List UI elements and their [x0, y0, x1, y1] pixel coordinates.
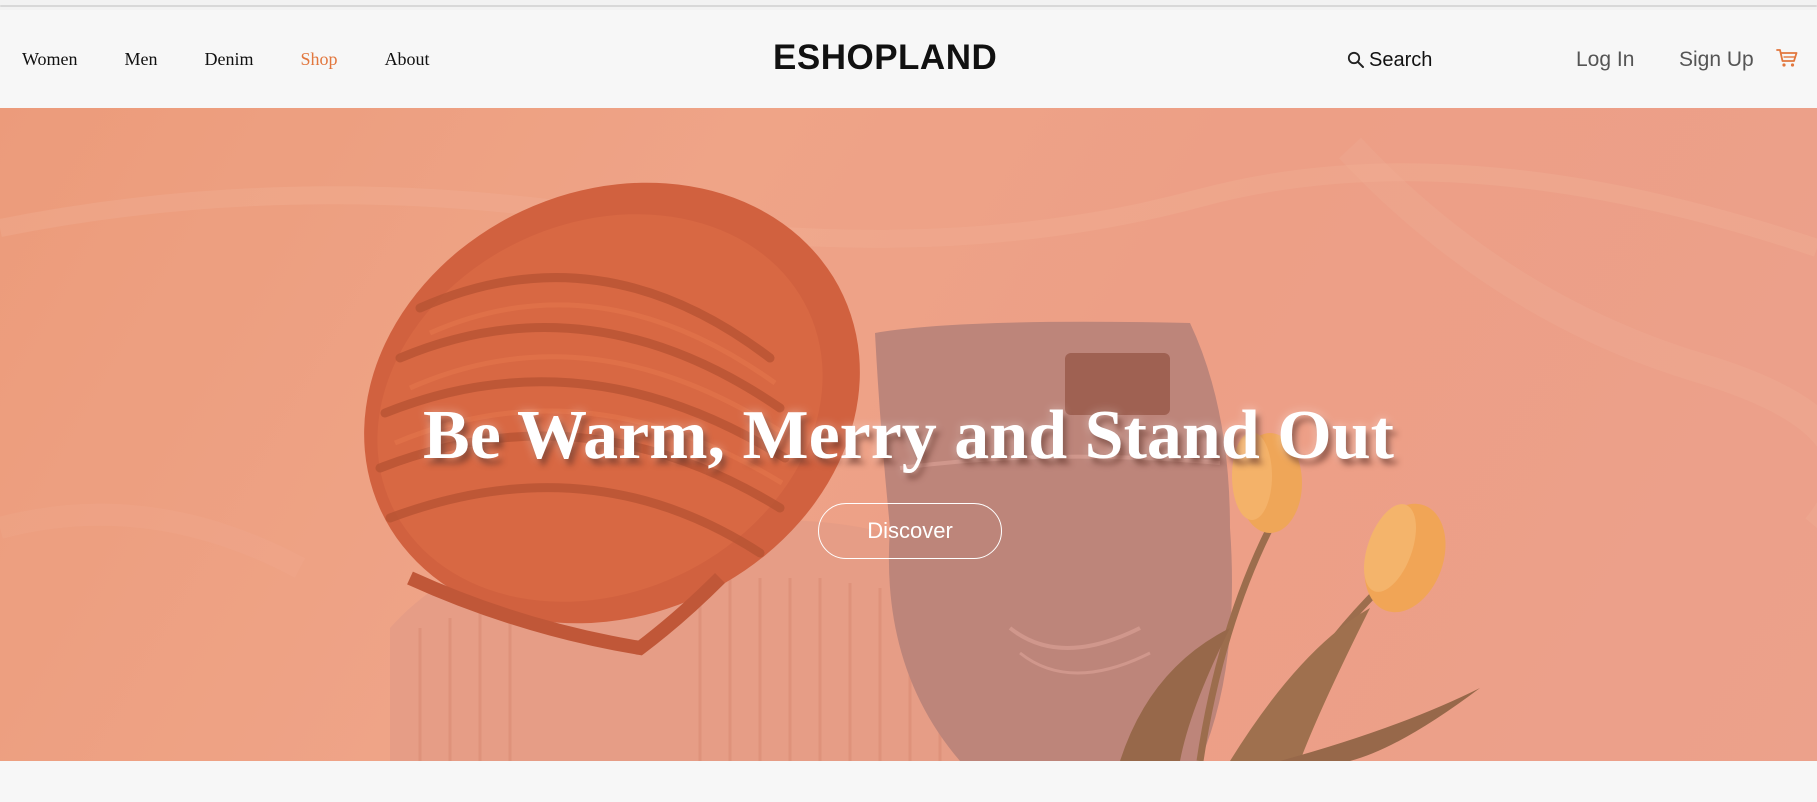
site-header: Women Men Denim Shop About ESHOPLAND Sea… [0, 10, 1817, 108]
nav-link-men[interactable]: Men [125, 49, 158, 70]
divider [0, 5, 1817, 7]
cart-icon[interactable] [1776, 48, 1798, 73]
page-footer-strip [0, 761, 1817, 802]
nav-link-shop[interactable]: Shop [301, 49, 338, 70]
main-nav: Women Men Denim Shop About [22, 10, 477, 108]
search-box[interactable]: Search [1347, 47, 1432, 73]
hero-banner: Be Warm, Merry and Stand Out Discover [0, 108, 1817, 761]
page: Women Men Denim Shop About ESHOPLAND Sea… [0, 0, 1817, 802]
search-label[interactable]: Search [1369, 49, 1432, 72]
browser-top-bar [0, 0, 1817, 10]
search-icon [1347, 51, 1365, 69]
nav-link-about[interactable]: About [385, 49, 430, 70]
hero-title: Be Warm, Merry and Stand Out [423, 397, 1394, 474]
nav-link-women[interactable]: Women [22, 49, 78, 70]
signup-link[interactable]: Sign Up [1679, 48, 1754, 72]
nav-link-denim[interactable]: Denim [205, 49, 254, 70]
discover-button[interactable]: Discover [818, 503, 1002, 559]
login-link[interactable]: Log In [1576, 48, 1634, 72]
site-logo[interactable]: ESHOPLAND [773, 38, 997, 78]
